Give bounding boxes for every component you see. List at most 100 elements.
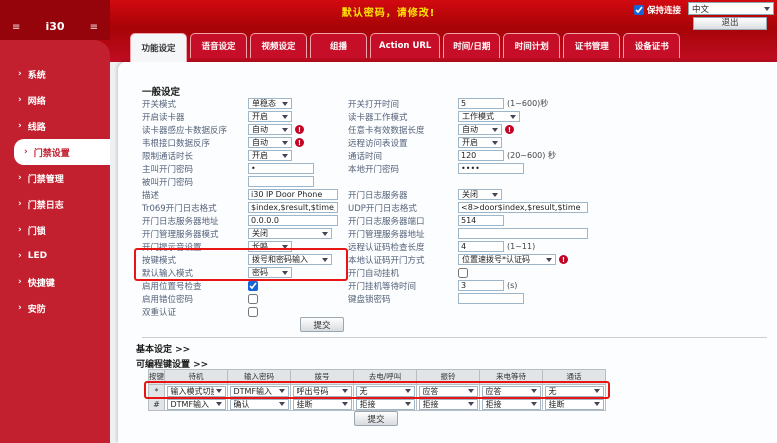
table-cell: 输入模式切换 (165, 385, 228, 398)
tab-2[interactable]: 视频设定 (250, 33, 307, 58)
chevron-down-icon (282, 127, 288, 132)
form-select[interactable]: 挂断 (292, 398, 352, 410)
form-select[interactable]: 开启 (458, 137, 502, 148)
form-select[interactable]: 拨号和密码输入 (248, 254, 332, 265)
sidebar-item-label: 门禁管理 (27, 174, 64, 185)
form-row: 描述 开门日志服务器 关闭 (142, 188, 770, 201)
tab-1[interactable]: 语音设定 (190, 33, 247, 58)
sidebar-item-label: LED (27, 251, 48, 261)
form-input[interactable] (248, 163, 314, 174)
form-select[interactable]: 自动 (248, 137, 292, 148)
sidebar-item-label: 门禁日志 (27, 200, 64, 211)
form-select[interactable]: 无 (355, 385, 415, 397)
sidebar-item-1[interactable]: › 网络 (0, 87, 110, 113)
form-select[interactable]: 关闭 (458, 189, 502, 200)
chevron-right-icon: › (18, 224, 22, 235)
select-value: DTMF输入 (170, 399, 210, 409)
form-checkbox[interactable] (458, 267, 468, 278)
sidebar-item-8[interactable]: › 快捷键 (0, 269, 110, 295)
form-select[interactable]: 拒接 (481, 398, 541, 410)
form-input[interactable] (248, 176, 314, 187)
tab-4[interactable]: Action URL (370, 33, 441, 58)
tab-6[interactable]: 时间计划 (503, 33, 561, 58)
select-value: 长鸣 (252, 242, 268, 251)
form-select[interactable]: 开启 (248, 111, 292, 122)
form-input[interactable] (458, 98, 504, 109)
form-select[interactable]: 拒接 (355, 398, 415, 410)
form-input[interactable] (458, 293, 524, 304)
table-cell: 挂断 (543, 398, 606, 411)
collapse-icon[interactable]: ≡ (90, 22, 98, 33)
table-cell: 确认 (228, 398, 291, 411)
sidebar-item-9[interactable]: › 安防 (0, 295, 110, 321)
form-select[interactable]: 自动 (248, 124, 292, 135)
sidebar-item-6[interactable]: › 门锁 (0, 217, 110, 243)
submit-button-general[interactable]: 提交 (300, 317, 344, 332)
form-select[interactable]: 输入模式切换 (166, 385, 226, 397)
tab-8[interactable]: 设备证书 (623, 33, 681, 58)
form-row: 开关模式 单稳态 开关打开时间 (1~600)秒 (142, 97, 770, 110)
tab-0[interactable]: 功能设定 (130, 33, 187, 62)
table-header-cell: 拨号 (291, 370, 354, 385)
select-value: 关闭 (462, 190, 478, 199)
form-select[interactable]: 呼出号码 (292, 385, 352, 397)
form-input[interactable] (458, 215, 504, 226)
form-checkbox[interactable] (248, 306, 258, 317)
form-select[interactable]: 应答 (418, 385, 478, 397)
sidebar-item-4[interactable]: › 门禁管理 (0, 165, 110, 191)
field-control: 自动! (248, 136, 348, 149)
form-input[interactable] (458, 241, 504, 252)
submit-button-progkeys[interactable]: 提交 (354, 411, 398, 426)
alert-icon: ! (505, 125, 514, 134)
table-cell: 挂断 (291, 398, 354, 411)
form-select[interactable]: 应答 (481, 385, 541, 397)
form-select[interactable]: 关闭 (248, 228, 332, 239)
form-input[interactable] (248, 189, 338, 200)
tab-7[interactable]: 证书管理 (563, 33, 621, 58)
form-input[interactable] (248, 202, 338, 213)
form-select[interactable]: DTMF输入 (229, 385, 289, 397)
sidebar-item-label: 门禁设置 (33, 148, 70, 159)
form-checkbox[interactable] (248, 280, 258, 291)
form-input[interactable] (248, 215, 338, 226)
form-input[interactable] (458, 150, 504, 161)
tab-5[interactable]: 时间/日期 (443, 33, 501, 58)
menu-icon[interactable]: ≡ (12, 22, 20, 33)
field-control: (1~600)秒 (458, 97, 770, 110)
language-select[interactable]: 中文 (688, 2, 774, 15)
chevron-down-icon (341, 402, 348, 406)
form-select[interactable]: 无 (544, 385, 604, 397)
form-row: 开门提示音设置 长鸣 远程认证码检查长度 (1~11) (142, 240, 770, 253)
form-select[interactable]: DTMF输入 (166, 398, 226, 410)
logout-button[interactable]: 退出 (693, 17, 767, 30)
sidebar-item-7[interactable]: › LED (0, 243, 110, 269)
chevron-right-icon: › (18, 94, 22, 105)
form-select[interactable]: 密码 (248, 267, 292, 278)
table-cell: DTMF输入 (228, 385, 291, 398)
sidebar-item-3[interactable]: › 门禁设置 (14, 139, 110, 165)
form-select[interactable]: 位置速拨号*认证码 (458, 254, 556, 265)
chevron-down-icon (593, 389, 600, 393)
form-input[interactable] (458, 280, 504, 291)
sidebar-item-5[interactable]: › 门禁日志 (0, 191, 110, 217)
form-select[interactable]: 挂断 (544, 398, 604, 410)
sidebar-item-2[interactable]: › 线路 (0, 113, 110, 139)
form-select[interactable]: 确认 (229, 398, 289, 410)
section-title-basic[interactable]: 基本设定 >> (136, 342, 190, 355)
form-select[interactable]: 工作模式 (458, 111, 520, 122)
form-input[interactable] (458, 202, 588, 213)
tab-3[interactable]: 组播 (310, 33, 367, 58)
table-cell: 呼出号码 (291, 385, 354, 398)
form-checkbox[interactable] (248, 293, 258, 304)
sidebar-item-0[interactable]: › 系统 (0, 61, 110, 87)
field-label: 开门日志服务器端口 (348, 216, 425, 227)
form-select[interactable]: 开启 (248, 150, 292, 161)
form-select[interactable]: 拒接 (418, 398, 478, 410)
select-value: 呼出号码 (296, 386, 329, 396)
form-input[interactable] (458, 163, 524, 174)
keep-online-checkbox[interactable] (633, 5, 644, 15)
form-select[interactable]: 长鸣 (248, 241, 292, 252)
form-select[interactable]: 自动 (458, 124, 502, 135)
form-select[interactable]: 单稳态 (248, 98, 292, 109)
form-input[interactable] (458, 228, 588, 239)
